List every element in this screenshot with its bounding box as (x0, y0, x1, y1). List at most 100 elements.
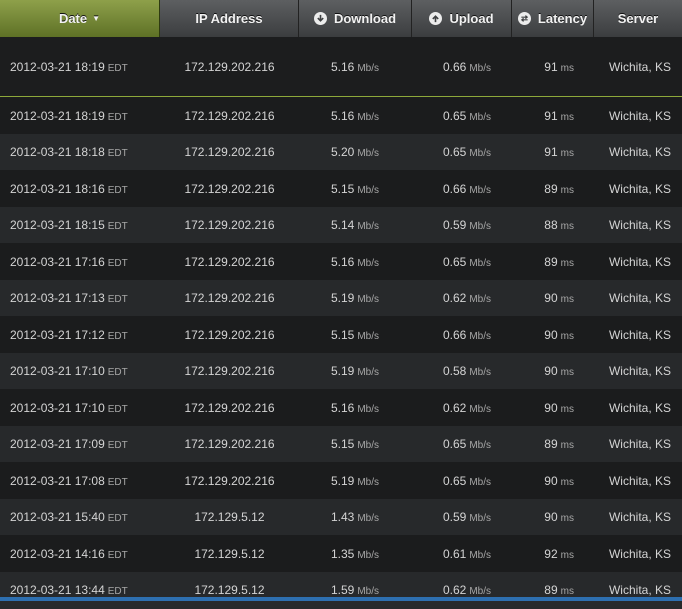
date-cell-value: 2012-03-21 17:10 (10, 364, 105, 378)
upload-cell-unit: Mb/s (469, 221, 491, 232)
date-cell: 2012-03-21 18:19 EDT (0, 109, 160, 123)
download-cell-value: 5.19 (330, 473, 355, 488)
download-cell-value: 5.14 (330, 218, 355, 232)
upload-cell-value: 0.66 (442, 327, 467, 342)
latency-cell: 91 ms (512, 145, 594, 159)
upload-cell-value: 0.65 (442, 108, 467, 123)
server-cell-value: Wichita, KS (608, 400, 671, 415)
download-cell: 1.35 Mb/s (299, 547, 412, 561)
date-cell: 2012-03-21 17:09 EDT (0, 437, 160, 451)
server-cell-value: Wichita, KS (608, 364, 671, 378)
latency-cell-value: 90 (544, 327, 558, 342)
date-cell-value: 2012-03-21 18:19 (10, 108, 105, 123)
download-cell-unit: Mb/s (357, 62, 379, 74)
server-cell-value: Wichita, KS (608, 583, 671, 597)
ip-cell-value: 172.129.202.216 (184, 473, 275, 488)
server-cell-value: Wichita, KS (608, 437, 671, 451)
download-cell-unit: Mb/s (357, 367, 379, 378)
date-cell-value: 2012-03-21 14:16 (10, 546, 105, 561)
latency-cell: 91 ms (512, 109, 594, 123)
date-cell: 2012-03-21 17:16 EDT (0, 255, 160, 269)
server-cell: Wichita, KS (594, 474, 682, 488)
table-row[interactable]: 2012-03-21 13:44 EDT 172.129.5.12 1.59 Mb/s 0… (0, 571, 682, 609)
ip-column-header[interactable]: IP Address (160, 0, 299, 37)
download-cell-value: 1.43 (330, 510, 355, 524)
date-cell: 2012-03-21 18:15 EDT (0, 218, 160, 232)
server-cell: Wichita, KS (594, 510, 682, 524)
sort-descending-icon: ▼ (92, 14, 101, 23)
date-cell: 2012-03-21 17:08 EDT (0, 474, 160, 488)
upload-cell: 0.66 Mb/s (412, 60, 512, 74)
date-cell: 2012-03-21 17:10 EDT (0, 401, 160, 415)
table-row[interactable]: 2012-03-21 17:08 EDT 172.129.202.216 5.19 Mb… (0, 462, 682, 499)
download-header-label: Download (333, 11, 397, 26)
ip-cell-value: 172.129.5.12 (194, 583, 265, 597)
upload-cell-unit: Mb/s (469, 148, 491, 159)
download-cell-value: 5.19 (330, 291, 355, 305)
latency-cell: 89 ms (512, 583, 594, 597)
latency-cell: 89 ms (512, 182, 594, 196)
server-header-label: Server (617, 11, 659, 26)
server-cell: Wichita, KS (594, 218, 682, 232)
table-row[interactable]: 2012-03-21 18:16 EDT 172.129.202.216 5.15 Mb… (0, 170, 682, 207)
download-cell-value: 5.16 (330, 254, 355, 269)
latency-cell: 92 ms (512, 547, 594, 561)
upload-cell-value: 0.65 (442, 145, 467, 159)
latest-result-row[interactable]: 2012-03-21 18:19 EDT 172.129.202.216 5.16 Mb… (0, 37, 682, 97)
table-row[interactable]: 2012-03-21 15:40 EDT 172.129.5.12 1.43 Mb/s 0… (0, 498, 682, 536)
upload-cell: 0.61 Mb/s (412, 547, 512, 561)
table-row[interactable]: 2012-03-21 17:13 EDT 172.129.202.216 5.19 Mb… (0, 279, 682, 317)
ip-cell-value: 172.129.5.12 (194, 510, 265, 524)
horizontal-scrollbar[interactable] (0, 597, 682, 601)
date-column-header[interactable]: Date ▼ (0, 0, 160, 37)
upload-cell-value: 0.65 (442, 473, 467, 488)
download-cell-value: 5.15 (330, 327, 355, 342)
date-cell-unit: EDT (107, 476, 128, 488)
date-cell-unit: EDT (107, 62, 128, 74)
upload-cell: 0.66 Mb/s (412, 182, 512, 196)
download-cell: 5.16 Mb/s (299, 401, 412, 415)
latency-cell-value: 91 (544, 108, 558, 123)
latency-cell: 88 ms (512, 218, 594, 232)
table-row[interactable]: 2012-03-21 18:18 EDT 172.129.202.216 5.20 Mb… (0, 133, 682, 171)
table-row[interactable]: 2012-03-21 14:16 EDT 172.129.5.12 1.35 Mb/s 0… (0, 535, 682, 572)
latency-column-header[interactable]: Latency (512, 0, 594, 37)
date-cell-unit: EDT (107, 111, 128, 123)
server-cell-value: Wichita, KS (608, 510, 671, 524)
server-cell: Wichita, KS (594, 109, 682, 123)
download-column-header[interactable]: Download (299, 0, 412, 37)
upload-cell-value: 0.62 (442, 400, 467, 415)
download-cell-unit: Mb/s (357, 403, 379, 415)
download-cell: 5.19 Mb/s (299, 291, 412, 305)
table-row[interactable]: 2012-03-21 18:15 EDT 172.129.202.216 5.14 Mb… (0, 206, 682, 244)
ip-cell: 172.129.202.216 (160, 437, 299, 451)
table-row[interactable]: 2012-03-21 17:09 EDT 172.129.202.216 5.15 Mb… (0, 425, 682, 463)
upload-column-header[interactable]: Upload (412, 0, 512, 37)
download-cell-unit: Mb/s (357, 440, 379, 451)
latency-cell-unit: ms (560, 476, 574, 488)
upload-cell-unit: Mb/s (469, 513, 491, 524)
download-cell-value: 5.16 (330, 400, 355, 415)
ip-cell-value: 172.129.202.216 (184, 327, 275, 342)
latency-cell-unit: ms (560, 440, 574, 451)
ip-cell: 172.129.202.216 (160, 401, 299, 415)
table-row[interactable]: 2012-03-21 18:19 EDT 172.129.202.216 5.16 Mb… (0, 97, 682, 134)
date-cell: 2012-03-21 18:18 EDT (0, 145, 160, 159)
ip-cell: 172.129.202.216 (160, 182, 299, 196)
latency-cell-unit: ms (560, 513, 574, 524)
server-column-header[interactable]: Server (594, 0, 682, 37)
upload-cell: 0.62 Mb/s (412, 583, 512, 597)
server-cell: Wichita, KS (594, 364, 682, 378)
download-cell: 5.15 Mb/s (299, 182, 412, 196)
table-row[interactable]: 2012-03-21 17:10 EDT 172.129.202.216 5.16 Mb… (0, 389, 682, 426)
upload-cell-value: 0.62 (442, 583, 467, 597)
date-cell: 2012-03-21 17:12 EDT (0, 328, 160, 342)
latency-cell-unit: ms (560, 62, 574, 74)
latency-cell-unit: ms (560, 184, 574, 196)
table-row[interactable]: 2012-03-21 17:10 EDT 172.129.202.216 5.19 Mb… (0, 352, 682, 390)
latency-cell-unit: ms (560, 330, 574, 342)
table-row[interactable]: 2012-03-21 17:16 EDT 172.129.202.216 5.16 Mb… (0, 243, 682, 280)
table-row[interactable]: 2012-03-21 17:12 EDT 172.129.202.216 5.15 Mb… (0, 316, 682, 353)
date-cell: 2012-03-21 17:13 EDT (0, 291, 160, 305)
latency-cell-unit: ms (560, 257, 574, 269)
